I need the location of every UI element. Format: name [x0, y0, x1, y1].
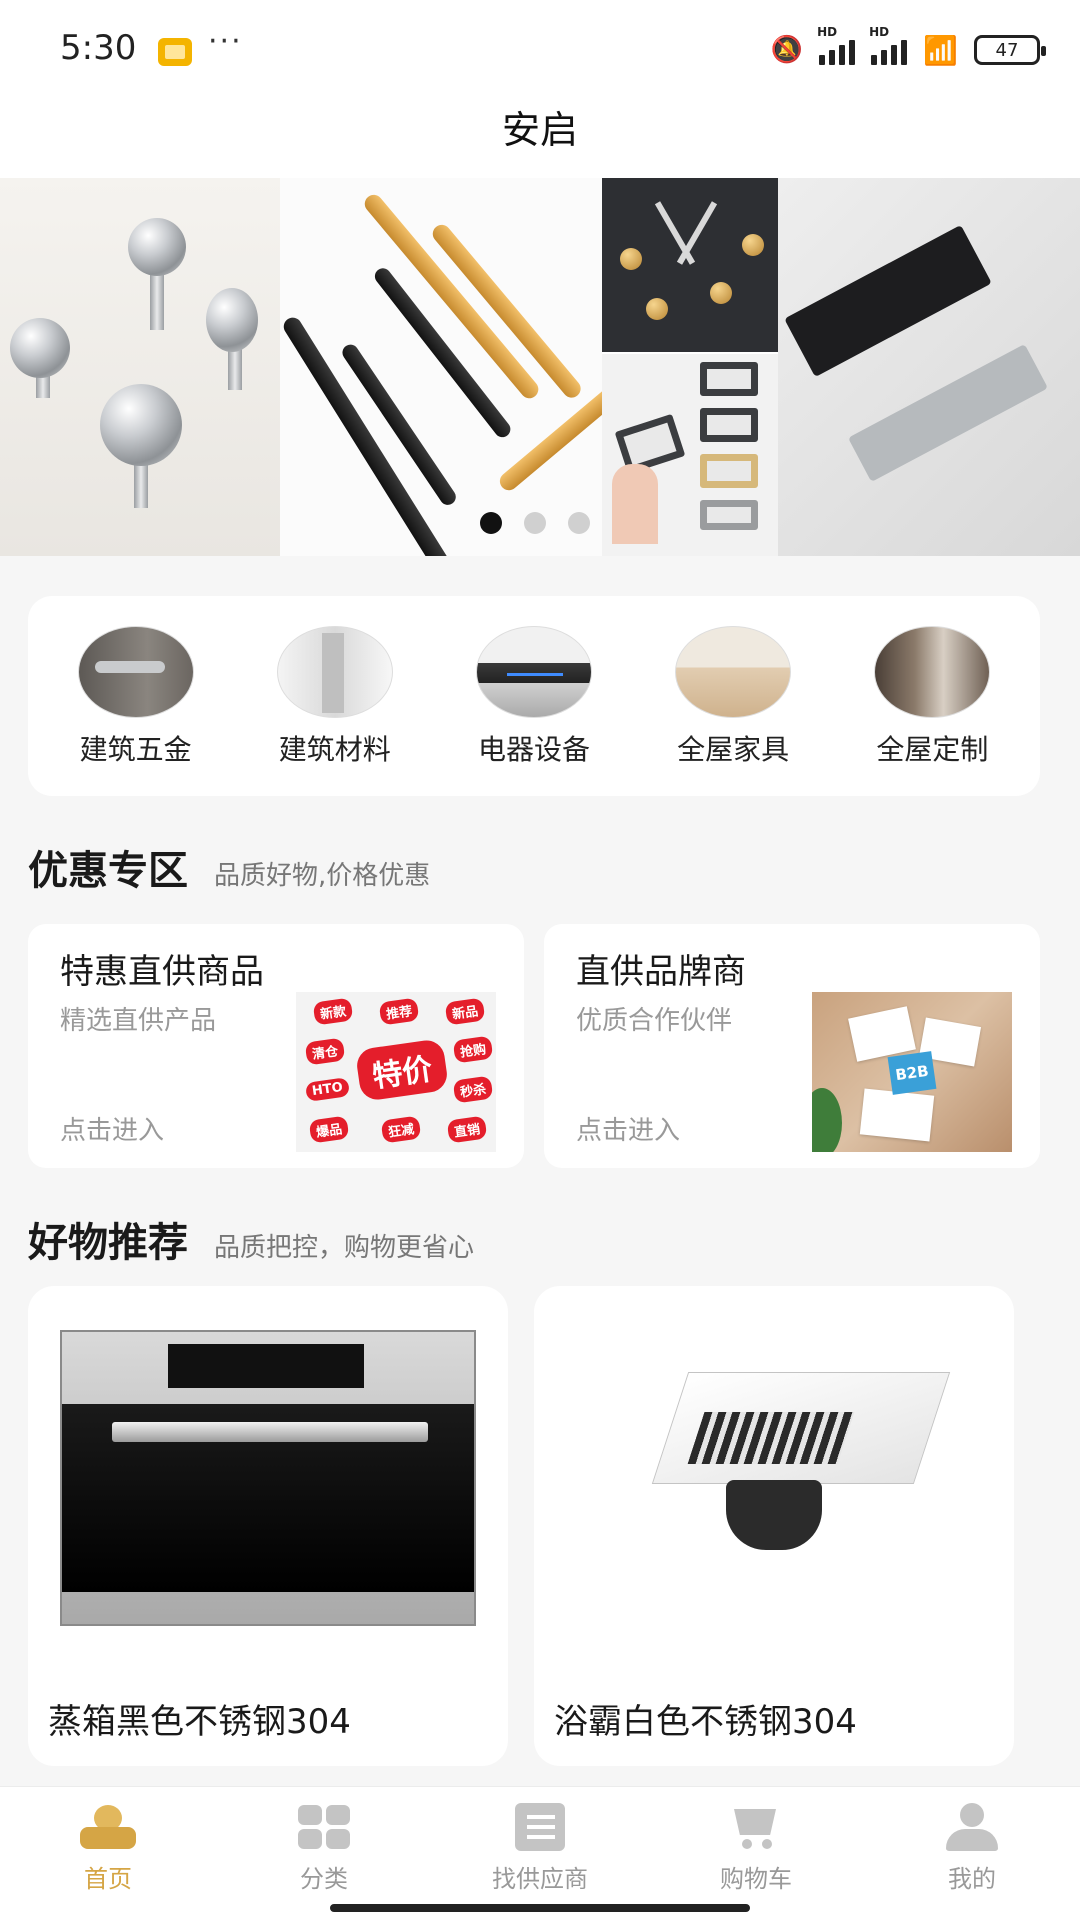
bottom-tab-bar: 首页 分类 找供应商 购物车 我的: [0, 1786, 1080, 1920]
category-item-furniture[interactable]: 全屋家具: [638, 596, 828, 796]
signal-icon-1: HD: [817, 25, 856, 65]
product-name: 浴霸白色不锈钢304: [554, 1702, 857, 1742]
promo-title: 特惠直供商品: [60, 952, 264, 992]
promo-subtitle: 精选直供产品: [60, 1006, 217, 1036]
range-hood-image: [475, 626, 592, 718]
cart-icon: [728, 1803, 784, 1851]
category-shortcuts: 建筑五金 建筑材料 电器设备 全屋家具 全屋定制: [28, 596, 1040, 796]
promo-title: 直供品牌商: [576, 952, 746, 992]
bath-heater-image: [644, 1372, 951, 1562]
banner-knobs-image: [0, 178, 280, 556]
tab-profile[interactable]: 我的: [882, 1787, 1062, 1920]
app-header: 安启: [0, 100, 1080, 178]
tab-label: 首页: [84, 1865, 132, 1893]
category-grid-icon: [296, 1803, 352, 1851]
product-name: 蒸箱黑色不锈钢304: [48, 1702, 351, 1742]
sofa-image: [675, 626, 792, 718]
tab-find-supplier[interactable]: 找供应商: [450, 1787, 630, 1920]
recommend-section-header: 好物推荐 品质把控，购物更省心: [28, 1210, 474, 1268]
status-icons: 🔕 HD HD 📶 47: [770, 25, 1046, 72]
wardrobe-image: [874, 626, 991, 718]
carousel-dot[interactable]: [524, 512, 546, 534]
promo-card-brand-suppliers[interactable]: 直供品牌商 优质合作伙伴 点击进入 B2B: [544, 924, 1040, 1168]
promo-card-special-offers[interactable]: 特惠直供商品 精选直供产品 点击进入 新款 推荐 新品 清仓 抢购 特价 HTO…: [28, 924, 524, 1168]
door-handle-image: [77, 626, 194, 718]
home-icon: [80, 1803, 136, 1851]
battery-icon: 47: [974, 35, 1046, 65]
tab-label: 分类: [300, 1865, 348, 1893]
section-subtitle: 品质好物,价格优惠: [214, 861, 431, 891]
product-card[interactable]: 蒸箱黑色不锈钢304: [28, 1286, 508, 1766]
category-item-hardware[interactable]: 建筑五金: [41, 596, 231, 796]
profile-icon: [944, 1803, 1000, 1851]
home-indicator[interactable]: [330, 1904, 750, 1912]
b2b-meeting-image: B2B: [812, 992, 1012, 1152]
more-notifications-icon: ···: [208, 24, 243, 59]
category-label: 电器设备: [477, 733, 590, 766]
carousel-dot[interactable]: [480, 512, 502, 534]
category-item-appliances[interactable]: 电器设备: [439, 596, 629, 796]
status-time: 5:30: [60, 28, 137, 68]
wifi-icon: 📶: [923, 33, 958, 67]
tab-label: 购物车: [720, 1865, 792, 1893]
promo-section-header: 优惠专区 品质好物,价格优惠: [28, 838, 430, 896]
promo-enter-link[interactable]: 点击进入: [60, 1110, 164, 1147]
category-label: 全屋家具: [677, 733, 790, 766]
section-title: 优惠专区: [28, 848, 188, 894]
tab-label: 我的: [948, 1865, 996, 1893]
section-title: 好物推荐: [28, 1220, 188, 1266]
section-subtitle: 品质把控，购物更省心: [214, 1233, 475, 1263]
carousel-indicator: [480, 512, 590, 534]
banner-recessed-pull-image: [778, 178, 1080, 556]
signal-icon-2: HD: [869, 25, 908, 65]
supplier-list-icon: [515, 1803, 565, 1851]
category-label: 建筑材料: [278, 733, 391, 766]
carousel-dot[interactable]: [568, 512, 590, 534]
category-label: 全屋定制: [876, 733, 989, 766]
promo-enter-link[interactable]: 点击进入: [576, 1110, 680, 1147]
banner-handles-image: [280, 178, 602, 556]
tab-label: 找供应商: [492, 1865, 588, 1893]
sale-tags-image: 新款 推荐 新品 清仓 抢购 特价 HTO 秒杀 爆品 狂减 直销: [296, 992, 496, 1152]
mute-icon: 🔕: [770, 35, 804, 65]
panel-material-image: [276, 626, 393, 718]
promo-subtitle: 优质合作伙伴: [576, 1006, 733, 1036]
tab-cart[interactable]: 购物车: [666, 1787, 846, 1920]
tab-home[interactable]: 首页: [18, 1787, 198, 1920]
page-title: 安启: [501, 108, 578, 152]
product-card[interactable]: 浴霸白色不锈钢304: [534, 1286, 1014, 1766]
category-item-materials[interactable]: 建筑材料: [240, 596, 430, 796]
status-bar: 5:30 ··· 🔕 HD HD 📶 47: [0, 0, 1080, 100]
banner-carousel[interactable]: [0, 178, 1080, 556]
gallery-notification-icon: [158, 38, 192, 66]
steam-oven-image: [60, 1330, 476, 1626]
tab-category[interactable]: 分类: [234, 1787, 414, 1920]
banner-hooks-image: [602, 178, 778, 556]
category-label: 建筑五金: [79, 733, 192, 766]
category-item-custom[interactable]: 全屋定制: [837, 596, 1027, 796]
